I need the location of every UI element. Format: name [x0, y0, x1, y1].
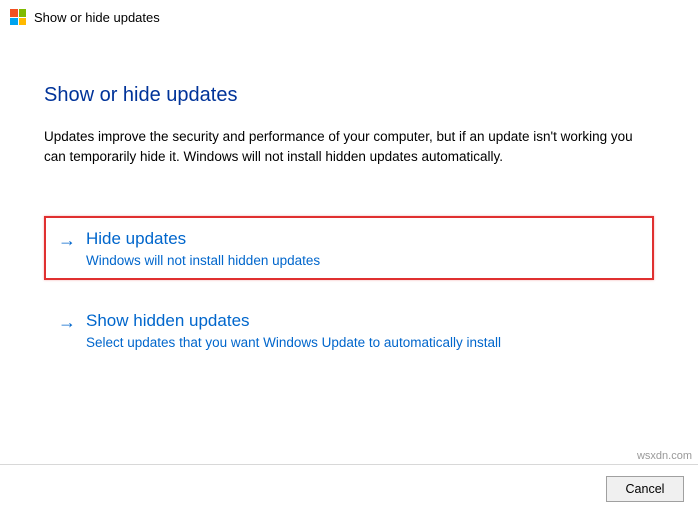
option-title: Hide updates [86, 228, 320, 250]
option-text: Show hidden updates Select updates that … [86, 310, 501, 350]
windows-logo-icon [10, 9, 26, 25]
cancel-button[interactable]: Cancel [606, 476, 684, 502]
arrow-right-icon: → [58, 312, 76, 334]
option-subtitle: Windows will not install hidden updates [86, 253, 320, 268]
content-area: Show or hide updates Updates improve the… [0, 34, 698, 362]
titlebar: Show or hide updates [0, 0, 698, 34]
option-title: Show hidden updates [86, 310, 501, 332]
watermark: wsxdn.com [637, 450, 692, 462]
arrow-right-icon: → [58, 230, 76, 252]
footer-bar: Cancel [0, 464, 698, 512]
option-hide-updates[interactable]: → Hide updates Windows will not install … [44, 216, 654, 280]
option-text: Hide updates Windows will not install hi… [86, 228, 320, 268]
page-description: Updates improve the security and perform… [44, 127, 654, 166]
page-heading: Show or hide updates [44, 84, 654, 107]
option-show-hidden-updates[interactable]: → Show hidden updates Select updates tha… [44, 298, 654, 362]
window-title: Show or hide updates [34, 10, 160, 25]
option-subtitle: Select updates that you want Windows Upd… [86, 335, 501, 350]
